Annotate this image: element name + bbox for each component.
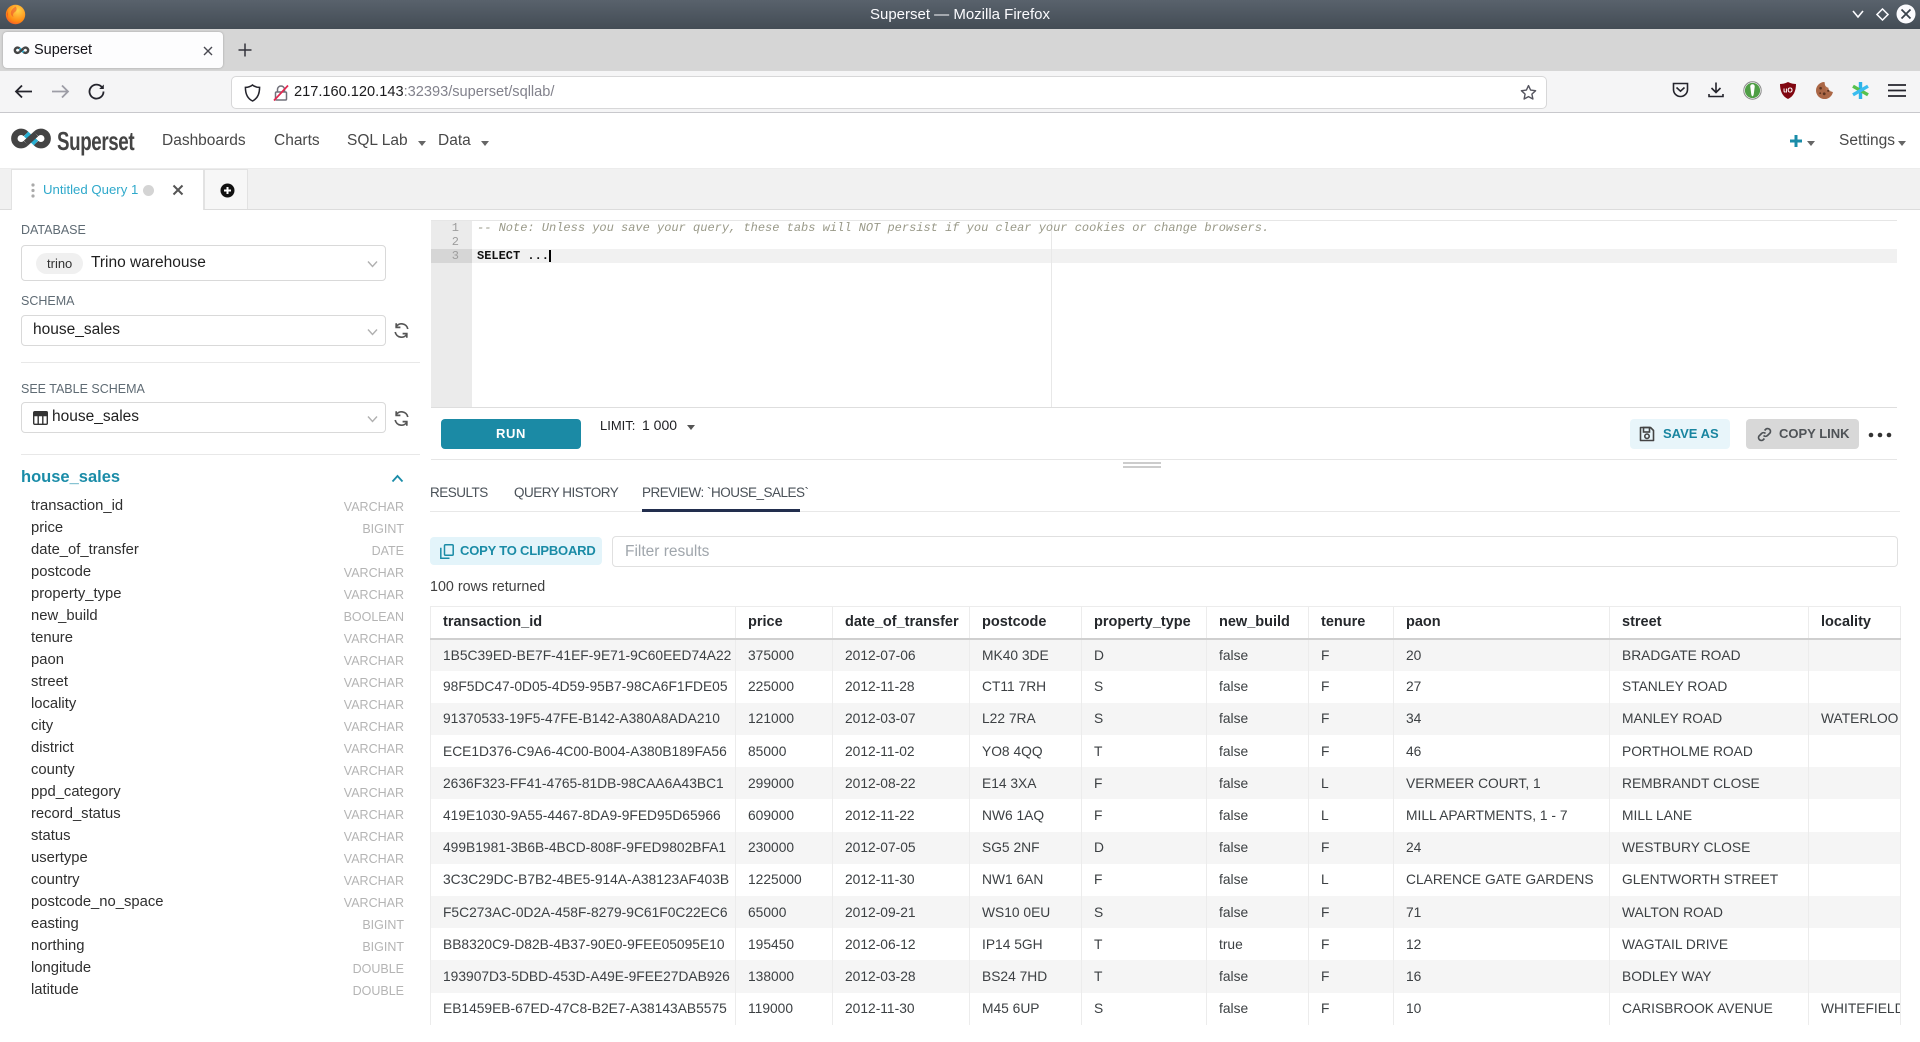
svg-text:uO: uO [1783,88,1793,95]
